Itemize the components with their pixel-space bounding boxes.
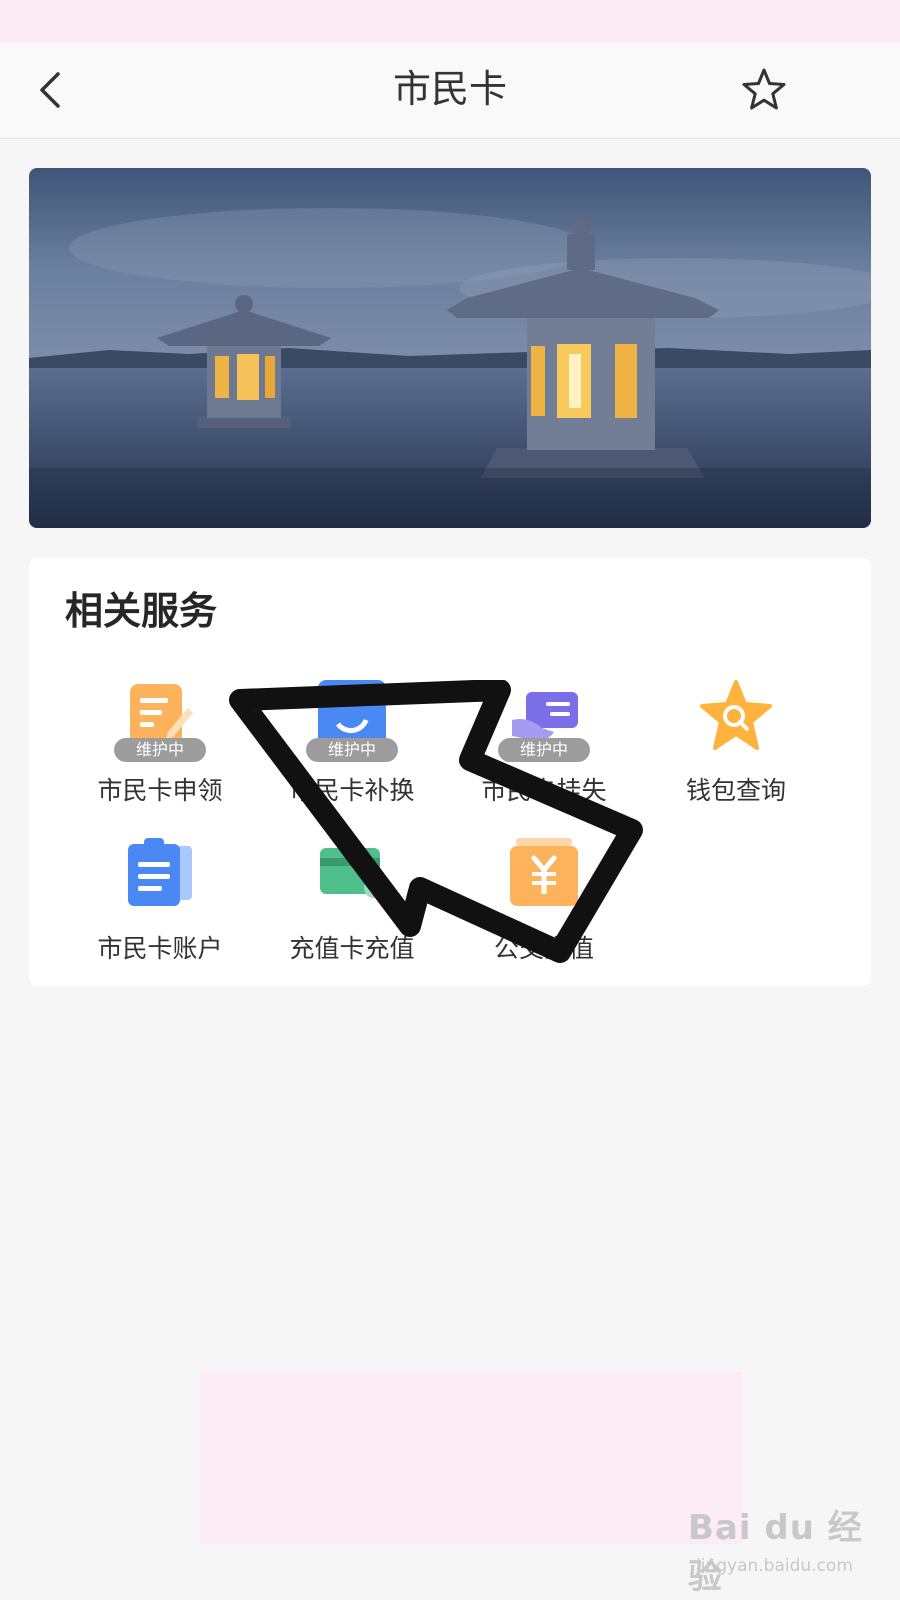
banner-image[interactable] [29,168,871,528]
bottom-overlay [200,1372,742,1544]
maintenance-badge: 维护中 [114,738,206,762]
nav-bar: 市民卡 [0,42,900,139]
favorite-button[interactable] [740,66,788,114]
star-icon [742,68,786,110]
status-bar [0,0,900,42]
annotation-arrow-icon [229,680,643,963]
watermark-url: jingyan.baidu.com [696,1556,853,1576]
clipboard-icon [124,838,196,910]
watermark: Bai du 经验 jingyan.baidu.com [688,1500,888,1597]
watermark-brand: Bai du 经验 [688,1508,863,1597]
section-title: 相关服务 [65,589,218,633]
star-search-icon [700,680,772,752]
service-card-wallet-query[interactable]: 钱包查询 [640,680,832,830]
service-label: 钱包查询 [685,776,786,805]
